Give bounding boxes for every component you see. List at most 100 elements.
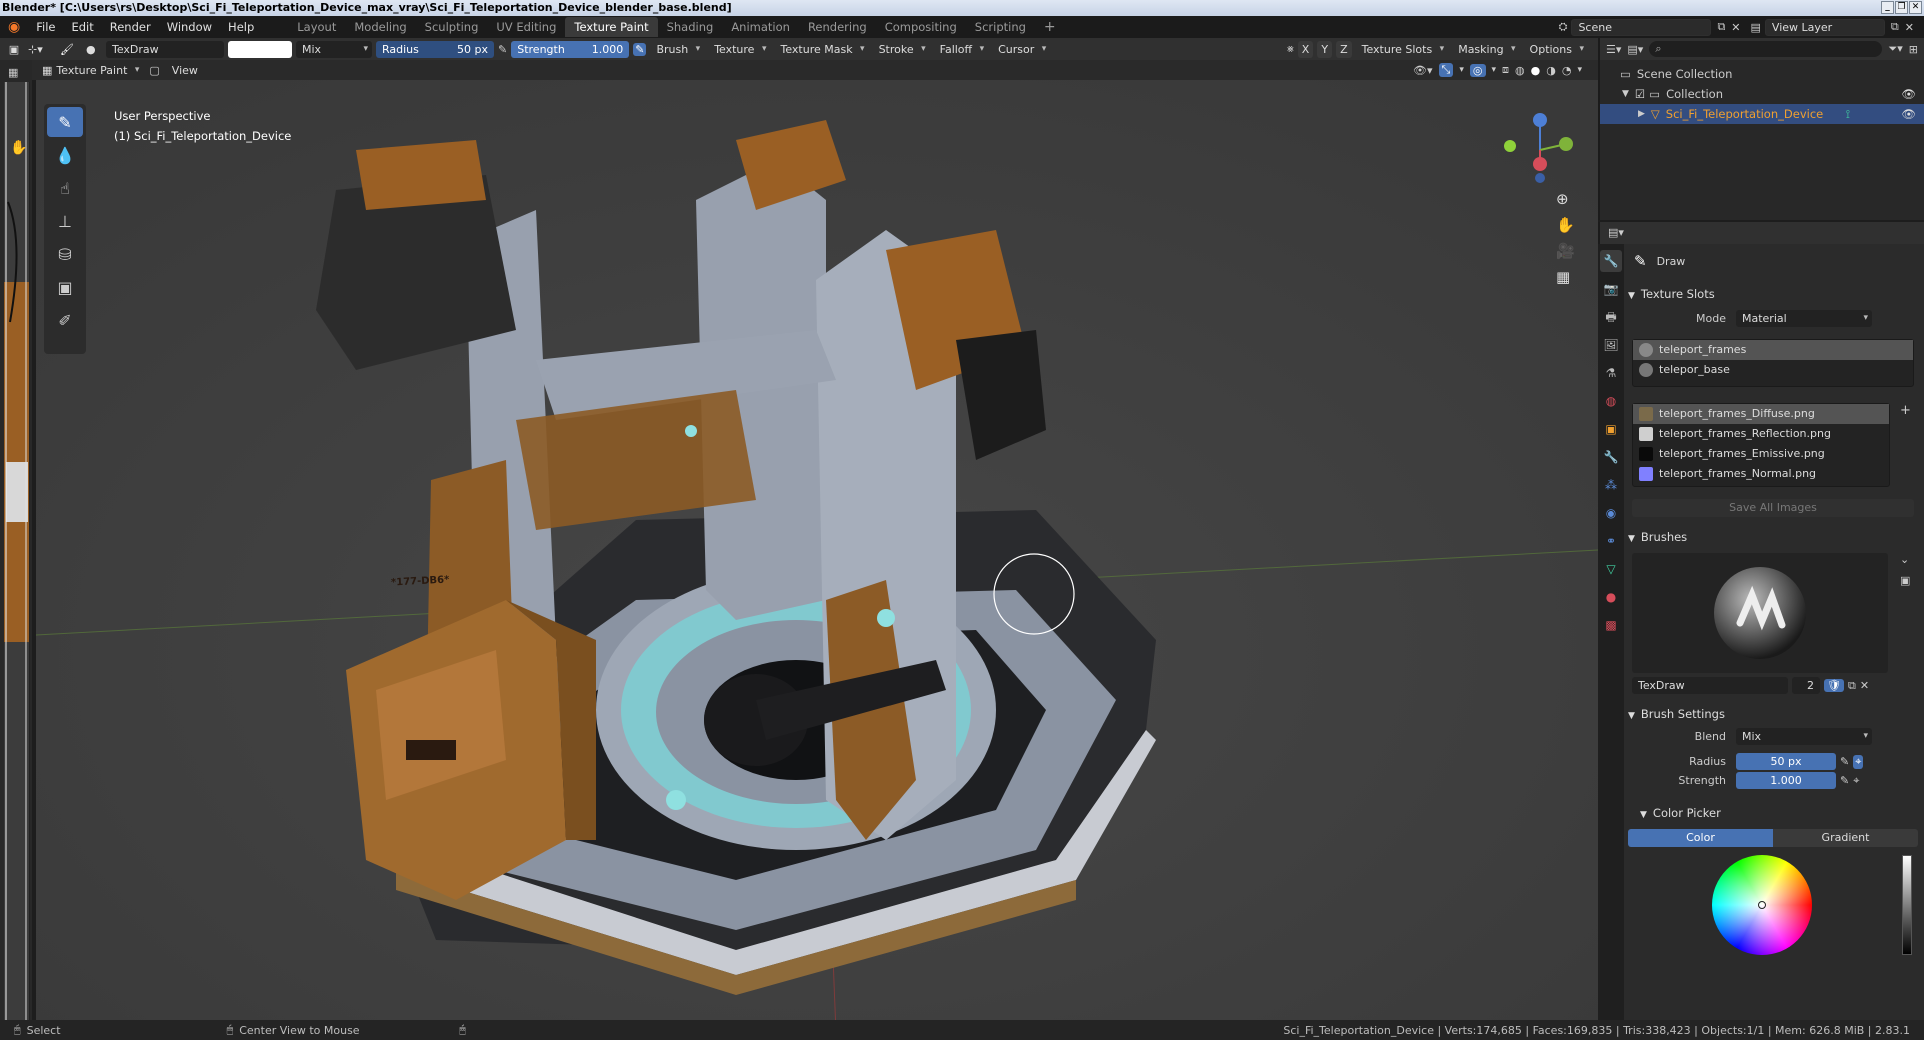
- world-tab-icon[interactable]: ◍: [1600, 390, 1622, 412]
- color-wheel[interactable]: [1712, 855, 1812, 955]
- brush-preview[interactable]: [1632, 553, 1888, 673]
- mesh-data-icon[interactable]: ⟟: [1846, 104, 1850, 124]
- rendered-shading-icon[interactable]: ◔: [1562, 64, 1572, 77]
- image-slot-item[interactable]: teleport_frames_Normal.png: [1633, 464, 1889, 484]
- falloff-dropdown[interactable]: Falloff: [934, 41, 988, 58]
- options-dropdown[interactable]: Options: [1524, 41, 1588, 58]
- add-workspace-button[interactable]: +: [1035, 17, 1065, 37]
- texture-slots-dropdown[interactable]: Texture Slots: [1356, 41, 1449, 58]
- maximize-button[interactable]: ❐: [1895, 1, 1908, 14]
- brush-strength-slider[interactable]: 1.000: [1736, 772, 1836, 789]
- mirror-y-toggle[interactable]: Y: [1317, 40, 1333, 58]
- fill-tool-icon[interactable]: ⛁: [47, 239, 83, 269]
- close-button[interactable]: ✕: [1909, 1, 1922, 14]
- checkbox-icon[interactable]: ☑: [1635, 84, 1645, 104]
- brush-name-field[interactable]: TexDraw: [1632, 677, 1788, 694]
- value-slider[interactable]: [1902, 855, 1912, 955]
- delete-view-layer-icon[interactable]: ✕: [1905, 21, 1924, 34]
- brush-preview-icon[interactable]: ●: [86, 43, 102, 56]
- interaction-icon[interactable]: ⊹▾: [28, 43, 56, 56]
- render-tab-icon[interactable]: 📷: [1600, 278, 1622, 300]
- smear-tool-icon[interactable]: ☝: [47, 173, 83, 203]
- object-eye-icon[interactable]: 👁: [1901, 104, 1916, 124]
- texture-tab-icon[interactable]: ▩: [1600, 614, 1622, 636]
- display-mode-icon[interactable]: ▤▾: [1627, 43, 1643, 56]
- output-tab-icon[interactable]: 🖶: [1600, 306, 1622, 328]
- overlay-dropdown-icon[interactable]: ▾: [1492, 65, 1497, 75]
- brush-name-field[interactable]: TexDraw: [106, 40, 224, 58]
- constraints-tab-icon[interactable]: ⚭: [1600, 530, 1622, 552]
- menu-render[interactable]: Render: [102, 20, 159, 34]
- outliner-search-field[interactable]: ⌕: [1649, 41, 1883, 57]
- gizmo-dropdown-icon[interactable]: ▾: [1459, 65, 1464, 75]
- outliner-scene-collection[interactable]: ▭ Scene Collection: [1600, 64, 1924, 84]
- stroke-dropdown[interactable]: Stroke: [873, 41, 930, 58]
- mode-selector[interactable]: ▦ Texture Paint: [36, 62, 143, 79]
- strength-pressure-icon[interactable]: ✎: [633, 42, 647, 56]
- wireframe-shading-icon[interactable]: ◍: [1515, 64, 1525, 77]
- particles-tab-icon[interactable]: ⁂: [1600, 474, 1622, 496]
- brushes-header[interactable]: ▼ Brushes: [1626, 527, 1922, 547]
- menu-file[interactable]: File: [28, 20, 63, 34]
- visibility-icon[interactable]: 👁▾: [1413, 64, 1433, 77]
- menu-edit[interactable]: Edit: [63, 20, 101, 34]
- texture-mask-dropdown[interactable]: Texture Mask: [774, 41, 868, 58]
- texture-dropdown[interactable]: Texture: [708, 41, 770, 58]
- radius-slider[interactable]: Radius 50 px: [376, 40, 494, 58]
- brush-list-dropdown-icon[interactable]: ⌄: [1900, 553, 1910, 566]
- brush-settings-header[interactable]: ▼ Brush Settings: [1626, 704, 1922, 724]
- tab-uv-editing[interactable]: UV Editing: [487, 17, 565, 37]
- physics-tab-icon[interactable]: ◉: [1600, 502, 1622, 524]
- unlink-brush-icon[interactable]: ✕: [1860, 679, 1869, 692]
- blend-mode-dropdown[interactable]: Mix: [296, 40, 372, 58]
- tab-sculpting[interactable]: Sculpting: [416, 17, 488, 37]
- view-menu[interactable]: View: [166, 62, 204, 79]
- overlay-toggle-icon[interactable]: ◎: [1469, 63, 1486, 77]
- xray-toggle-icon[interactable]: ⧈: [1502, 63, 1509, 77]
- texture-slot-mode-dropdown[interactable]: Material: [1736, 310, 1872, 327]
- texture-slots-header[interactable]: ▼ Texture Slots: [1626, 284, 1922, 304]
- color-picker-header[interactable]: ▼ Color Picker: [1626, 803, 1922, 823]
- editor-type-icon[interactable]: ▣: [4, 43, 24, 56]
- menu-help[interactable]: Help: [220, 20, 262, 34]
- new-collection-icon[interactable]: ⊞: [1909, 43, 1924, 56]
- mask-tool-icon[interactable]: ▣: [47, 272, 83, 302]
- shading-dropdown-icon[interactable]: ▾: [1577, 65, 1598, 75]
- minimize-button[interactable]: _: [1881, 1, 1894, 14]
- add-slot-icon[interactable]: +: [1900, 403, 1911, 487]
- zoom-icon[interactable]: ⊕: [1556, 190, 1575, 208]
- data-tab-icon[interactable]: ▽: [1600, 558, 1622, 580]
- expand-down-icon[interactable]: ▼: [1622, 84, 1629, 104]
- outliner-collection[interactable]: ▼ ☑ ▭ Collection 👁: [1600, 84, 1924, 104]
- color-wheel-cursor[interactable]: [1758, 901, 1766, 909]
- scene-icon[interactable]: ⛭: [1555, 20, 1572, 34]
- uv-hand-icon[interactable]: ✋: [10, 140, 27, 156]
- eye-icon[interactable]: 👁: [1901, 84, 1916, 104]
- view-layer-selector[interactable]: View Layer: [1764, 18, 1885, 36]
- image-slot-item[interactable]: teleport_frames_Reflection.png: [1633, 424, 1889, 444]
- image-slot-list[interactable]: teleport_frames_Diffuse.png teleport_fram…: [1632, 403, 1890, 487]
- tab-modeling[interactable]: Modeling: [345, 17, 415, 37]
- blender-logo-icon[interactable]: ◉: [0, 19, 28, 35]
- scene-tab-icon[interactable]: ⚗: [1600, 362, 1622, 384]
- delete-scene-icon[interactable]: ✕: [1731, 21, 1746, 34]
- 3d-viewport[interactable]: *177-DB6*: [36, 80, 1598, 1033]
- filter-icon[interactable]: ⏷▾: [1888, 42, 1902, 56]
- new-view-layer-icon[interactable]: ⧉: [1885, 20, 1905, 34]
- color-tab[interactable]: Color: [1628, 829, 1773, 847]
- camera-icon[interactable]: 🎥: [1556, 242, 1575, 260]
- grid-perspective-icon[interactable]: ▦: [1556, 268, 1575, 286]
- brush-image-icon[interactable]: ▣: [1900, 574, 1910, 587]
- save-all-images-button[interactable]: Save All Images: [1632, 499, 1914, 517]
- material-item[interactable]: telepor_base: [1633, 360, 1913, 380]
- masking-dropdown[interactable]: Masking: [1452, 41, 1519, 58]
- tab-layout[interactable]: Layout: [288, 17, 345, 37]
- scene-selector[interactable]: Scene: [1571, 18, 1712, 36]
- brush-color-swatch[interactable]: [228, 40, 292, 58]
- brush-blend-dropdown[interactable]: Mix: [1736, 728, 1872, 745]
- outliner-editor-icon[interactable]: ☰▾: [1606, 43, 1621, 56]
- brush-dropdown[interactable]: Brush: [650, 41, 704, 58]
- gradient-tab[interactable]: Gradient: [1773, 829, 1918, 847]
- new-scene-icon[interactable]: ⧉: [1711, 20, 1731, 34]
- soften-tool-icon[interactable]: 💧: [47, 140, 83, 170]
